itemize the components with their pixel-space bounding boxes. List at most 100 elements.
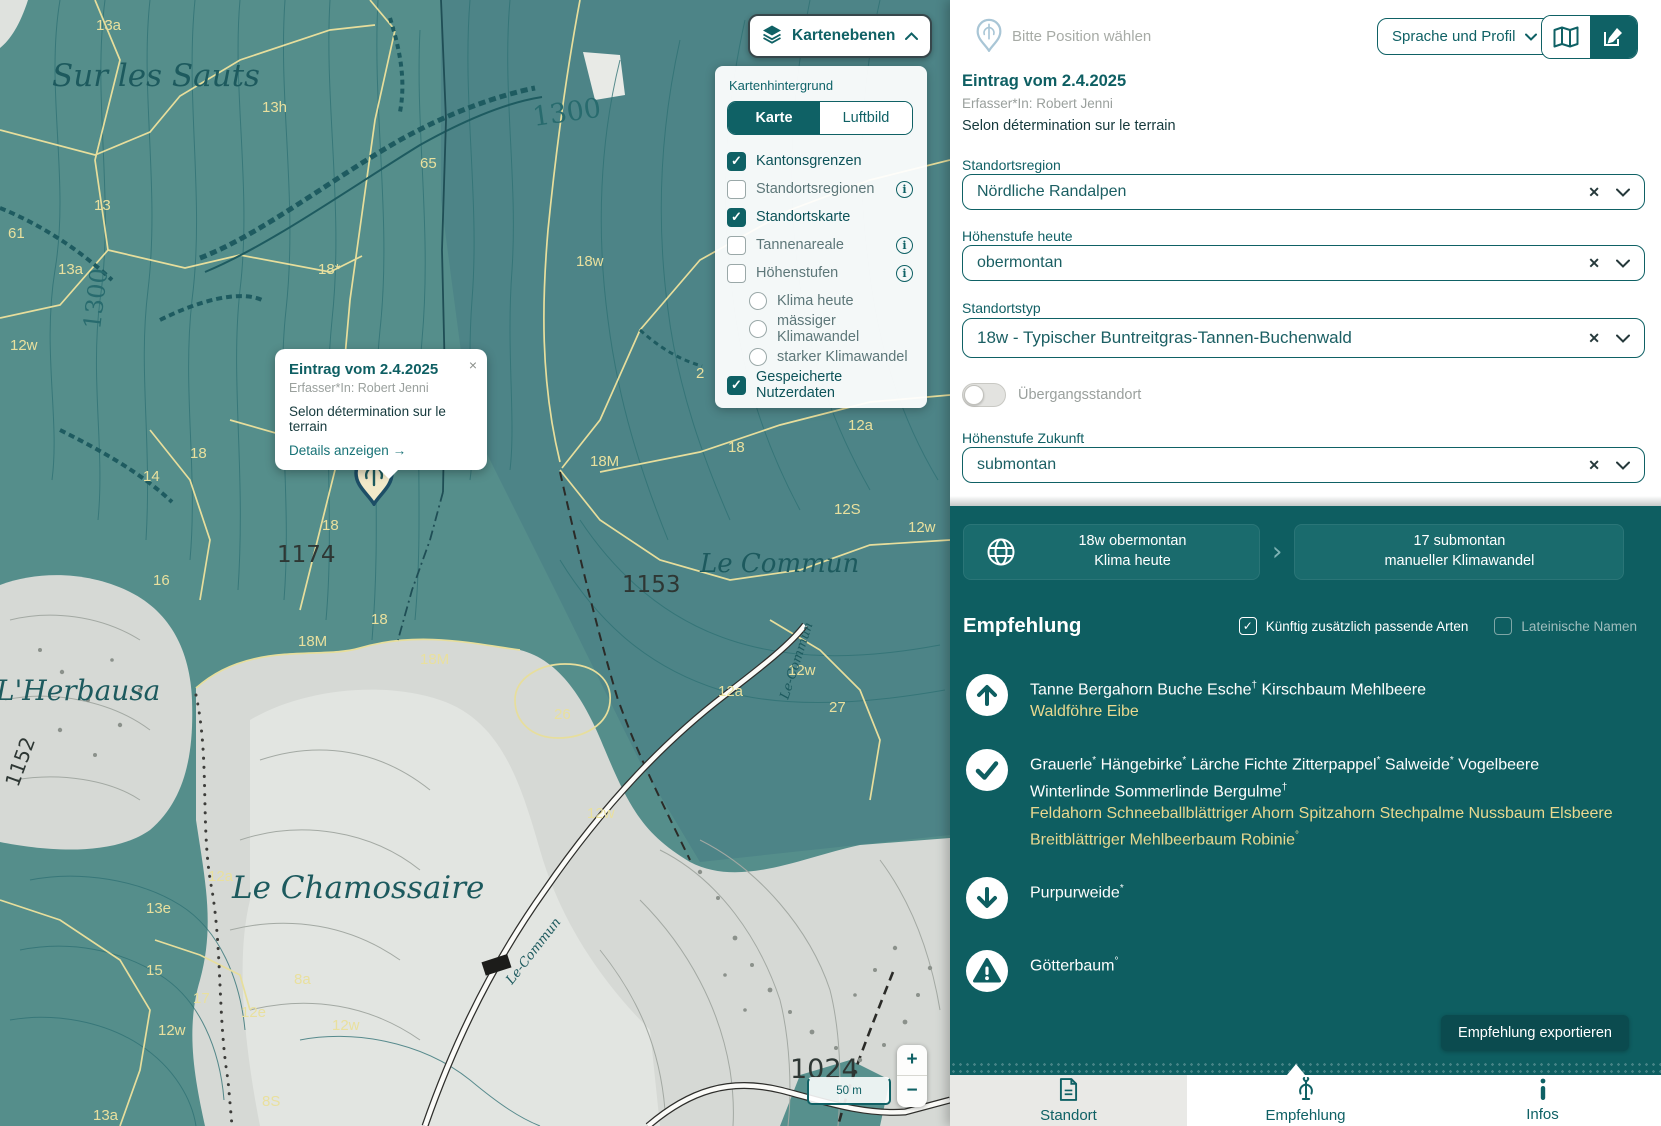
info-icon[interactable]: i bbox=[896, 265, 913, 282]
hoehenstufe-zukunft-value: submontan bbox=[977, 456, 1588, 474]
clear-icon[interactable]: ✕ bbox=[1588, 255, 1600, 272]
checkbox-icon bbox=[1494, 617, 1512, 635]
arrow-up-icon bbox=[966, 674, 1008, 716]
recommendation-section: 18w obermontan Klima heute › 17 submonta… bbox=[950, 506, 1661, 1075]
info-icon[interactable]: i bbox=[896, 237, 913, 254]
climate-future-card: 17 submontan manueller Klimawandel bbox=[1294, 524, 1624, 580]
chevron-down-icon[interactable] bbox=[1616, 461, 1630, 470]
checkbox-icon[interactable] bbox=[727, 236, 746, 255]
checkbox-icon[interactable] bbox=[727, 264, 746, 283]
background-section-label: Kartenhintergrund bbox=[729, 78, 915, 93]
map-view-button[interactable] bbox=[1542, 16, 1590, 58]
latin-names-checkbox[interactable]: Lateinische Namen bbox=[1494, 617, 1637, 635]
field-label-standortstyp: Standortstyp bbox=[962, 300, 1041, 316]
zoom-in-button[interactable]: + bbox=[897, 1045, 927, 1076]
info-icon[interactable]: i bbox=[896, 181, 913, 198]
checkbox-icon[interactable]: ✓ bbox=[727, 208, 746, 227]
standortstyp-select[interactable]: 18w - Typischer Buntreitgras-Tannen-Buch… bbox=[962, 318, 1645, 358]
background-toggle: KarteLuftbild bbox=[727, 101, 913, 135]
species-rows: Tanne Bergahorn Buche Esche† Kirschbaum … bbox=[966, 674, 1661, 997]
info-icon bbox=[1539, 1078, 1547, 1100]
field-label-standortsregion: Standortsregion bbox=[962, 157, 1061, 173]
map-label: 65 bbox=[420, 155, 437, 172]
radio-icon[interactable] bbox=[749, 320, 767, 338]
map-label: 13a bbox=[96, 17, 122, 34]
species-line: Tanne Bergahorn Buche Esche† Kirschbaum … bbox=[1030, 675, 1426, 701]
entry-note: Selon détermination sur le terrain bbox=[962, 118, 1176, 134]
climate-future-line2: manueller Klimawandel bbox=[1295, 552, 1623, 572]
species-line: Grauerle* Hängebirke* Lärche Fichte Zitt… bbox=[1030, 750, 1618, 803]
checkbox-icon[interactable] bbox=[727, 180, 746, 199]
background-option-karte[interactable]: Karte bbox=[728, 102, 820, 134]
species-line: Purpurweide* bbox=[1030, 878, 1124, 904]
popup-details-link[interactable]: Details anzeigen → bbox=[289, 443, 473, 458]
map-label: Sur les Sauts bbox=[52, 58, 260, 94]
edit-view-button[interactable] bbox=[1590, 16, 1638, 58]
climate-radio-starker-klimawandel: starker Klimawandel bbox=[727, 343, 915, 371]
chevron-down-icon[interactable] bbox=[1616, 259, 1630, 268]
checkbox-icon[interactable]: ✓ bbox=[727, 152, 746, 171]
layer-checkbox-höhenstufen: Höhenstufeni bbox=[727, 259, 915, 287]
entry-title: Eintrag vom 2.4.2025 bbox=[962, 72, 1126, 91]
zoom-out-button[interactable]: − bbox=[897, 1076, 927, 1106]
map-label: 18M bbox=[298, 633, 327, 650]
hoehenstufe-zukunft-select[interactable]: submontan ✕ bbox=[962, 447, 1645, 483]
uebergangsstandort-label: Übergangsstandort bbox=[1018, 387, 1141, 403]
layer-label: Standortsregionen bbox=[756, 181, 875, 197]
clear-icon[interactable]: ✕ bbox=[1588, 184, 1600, 201]
clear-icon[interactable]: ✕ bbox=[1588, 457, 1600, 474]
background-option-luftbild[interactable]: Luftbild bbox=[820, 102, 912, 134]
map-label: 13 bbox=[94, 197, 111, 214]
language-profile-button[interactable]: Sprache und Profil bbox=[1377, 18, 1552, 55]
radio-icon[interactable] bbox=[749, 348, 767, 366]
map-label: 12w bbox=[332, 1017, 360, 1034]
popup-note: Selon détermination sur le terrain bbox=[289, 404, 473, 434]
language-button-label: Sprache und Profil bbox=[1392, 28, 1515, 45]
layer-checkbox-standortskarte: ✓ Standortskarte bbox=[727, 203, 915, 231]
map-layers-button[interactable]: Kartenebenen bbox=[748, 14, 932, 58]
map-label: 13e bbox=[146, 900, 171, 917]
map[interactable]: 13a Sur les Sauts 13h 1300 65 61 18w 130… bbox=[0, 0, 950, 1126]
species-row: Götterbaum° bbox=[966, 950, 1661, 997]
export-recommendation-button[interactable]: Empfehlung exportieren bbox=[1441, 1015, 1629, 1051]
hoehenstufe-heute-select[interactable]: obermontan ✕ bbox=[962, 245, 1645, 281]
chevron-down-icon[interactable] bbox=[1616, 334, 1630, 343]
uebergangsstandort-toggle[interactable] bbox=[962, 383, 1006, 407]
layer-checkbox-standortsregionen: Standortsregionen i bbox=[727, 175, 915, 203]
map-label: 12a bbox=[208, 868, 234, 885]
chevron-right-icon: › bbox=[1266, 537, 1288, 567]
chevron-up-icon bbox=[905, 27, 918, 45]
species-row: Tanne Bergahorn Buche Esche† Kirschbaum … bbox=[966, 674, 1661, 723]
map-label: 16 bbox=[153, 572, 170, 589]
tab-standort[interactable]: Standort bbox=[950, 1075, 1187, 1126]
tab-empfehlung[interactable]: Empfehlung bbox=[1187, 1075, 1424, 1126]
field-label-hoehenstufe-zukunft: Höhenstufe Zukunft bbox=[962, 430, 1084, 446]
tab-label: Empfehlung bbox=[1265, 1107, 1345, 1124]
tab-infos[interactable]: Infos bbox=[1424, 1075, 1661, 1126]
checkbox-icon[interactable]: ✓ bbox=[727, 376, 746, 395]
species-line: Waldföhre Eibe bbox=[1030, 701, 1426, 723]
standortsregion-select[interactable]: Nördliche Randalpen ✕ bbox=[962, 174, 1645, 210]
tab-label: Infos bbox=[1526, 1106, 1559, 1123]
future-species-label: Künftig zusätzlich passende Arten bbox=[1266, 619, 1469, 634]
map-label: 12w bbox=[10, 337, 38, 354]
entry-author: Erfasser*In: Robert Jenni bbox=[962, 96, 1113, 111]
clear-icon[interactable]: ✕ bbox=[1588, 330, 1600, 347]
map-label: 18 bbox=[190, 445, 207, 462]
scale-label: 50 m bbox=[836, 1085, 862, 1097]
map-label: 18 bbox=[728, 439, 745, 456]
map-label: 12w bbox=[158, 1022, 186, 1039]
map-icon bbox=[1553, 26, 1579, 48]
climate-radio-mässiger-klimawandel: mässiger Klimawandel bbox=[727, 315, 915, 343]
standortsregion-value: Nördliche Randalpen bbox=[977, 183, 1588, 201]
map-label: 18M bbox=[420, 651, 449, 668]
chevron-down-icon[interactable] bbox=[1616, 188, 1630, 197]
close-icon[interactable]: × bbox=[469, 357, 477, 373]
map-label: 14 bbox=[143, 468, 160, 485]
radio-icon[interactable] bbox=[749, 292, 767, 310]
radio-label: mässiger Klimawandel bbox=[777, 313, 915, 345]
map-label: Le Commun bbox=[699, 549, 859, 579]
recommendation-title: Empfehlung bbox=[963, 614, 1239, 638]
layer-label: Standortskarte bbox=[756, 209, 850, 225]
future-species-checkbox[interactable]: ✓ Künftig zusätzlich passende Arten bbox=[1239, 617, 1469, 635]
